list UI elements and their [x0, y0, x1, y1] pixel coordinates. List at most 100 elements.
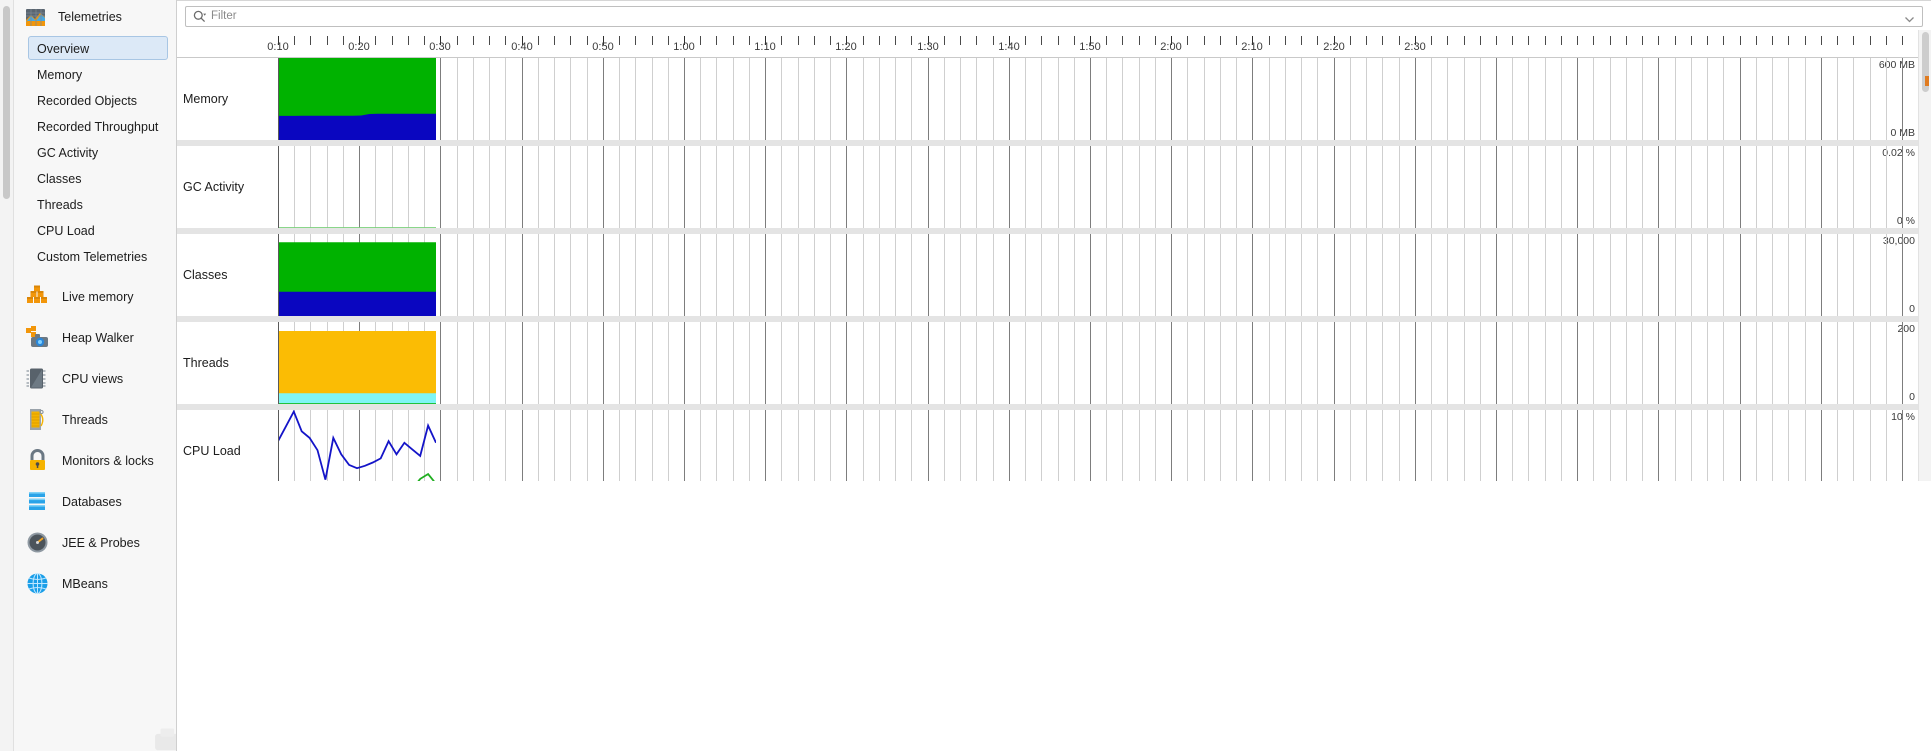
grid-line-minor [619, 58, 620, 140]
grid-line-minor [1106, 58, 1107, 140]
sidebar-item-mbeans[interactable]: MBeans [14, 563, 176, 604]
graph-pane[interactable]: 0:10 0:20 0:30 0:40 0:50 1:00 1:10 1:20 1:30 1:40… [177, 30, 1931, 751]
grid-line-major [1171, 146, 1172, 228]
grid-line-minor [1675, 410, 1676, 492]
grid-line-minor [1528, 146, 1529, 228]
grid-line-minor [1610, 234, 1611, 316]
axis-minor-tick [1187, 36, 1188, 45]
grid-line-major [765, 410, 766, 492]
sidebar-group-telemetries[interactable]: Telemetries [14, 0, 176, 34]
grid-line-major [1658, 58, 1659, 140]
axis-minor-tick [960, 36, 961, 45]
sidebar-item-live-memory[interactable]: Live memory [14, 276, 176, 317]
grid-line-minor [1122, 58, 1123, 140]
grid-line-minor [1431, 322, 1432, 404]
grid-line-minor [1853, 234, 1854, 316]
chart-plot-area[interactable] [279, 58, 1923, 140]
chart-plot-area[interactable] [279, 410, 1923, 492]
grid-line-minor [1756, 322, 1757, 404]
axis-minor-tick [1788, 36, 1789, 45]
grid-line-minor [1610, 410, 1611, 492]
search-icon[interactable] [193, 10, 207, 23]
sidebar-item-heap-walker[interactable]: Heap Walker [14, 317, 176, 358]
grid-line-minor [1399, 234, 1400, 316]
grid-line-minor [798, 146, 799, 228]
grid-line-minor [1723, 410, 1724, 492]
grid-line-major [1252, 410, 1253, 492]
grid-line-major [440, 322, 441, 404]
grid-line-minor [1220, 322, 1221, 404]
grid-line-minor [1528, 234, 1529, 316]
grid-line-minor [1058, 146, 1059, 228]
sidebar-item-overview[interactable]: Overview [28, 36, 168, 60]
grid-line-minor [911, 234, 912, 316]
grid-line-minor [505, 322, 506, 404]
chart-row-cpu-load[interactable]: CPU Load10 %0 % [177, 410, 1923, 492]
sidebar-item-recorded-objects[interactable]: Recorded Objects [28, 88, 168, 112]
chevron-down-icon[interactable] [1904, 12, 1915, 23]
sidebar-item-custom-telemetries[interactable]: Custom Telemetries [28, 244, 168, 268]
sidebar-item-threads[interactable]: Threads [28, 192, 168, 216]
axis-minor-tick [1447, 36, 1448, 45]
grid-line-minor [1366, 234, 1367, 316]
axis-minor-tick [1707, 36, 1708, 45]
grid-line-minor [489, 58, 490, 140]
grid-line-major [1334, 322, 1335, 404]
chart-row-threads[interactable]: Threads 200 0 [177, 322, 1923, 404]
grid-line-minor [1041, 322, 1042, 404]
grid-line-minor [879, 146, 880, 228]
chart-plot-area[interactable] [279, 234, 1923, 316]
chart-plot-area[interactable] [279, 146, 1923, 228]
grid-line-minor [1870, 322, 1871, 404]
grid-line-minor [1025, 234, 1026, 316]
outer-scroll-gutter[interactable] [0, 0, 14, 751]
search-input[interactable]: Filter [185, 6, 1923, 27]
database-icon [25, 489, 50, 514]
sidebar-item-threads[interactable]: Threads [14, 399, 176, 440]
grid-line-minor [863, 322, 864, 404]
sidebar-item-cpu-load[interactable]: CPU Load [28, 218, 168, 242]
grid-line-minor [1399, 322, 1400, 404]
sidebar-item-memory[interactable]: Memory [28, 62, 168, 86]
axis-minor-tick [1220, 36, 1221, 45]
grid-line-minor [830, 146, 831, 228]
grid-line-minor [911, 146, 912, 228]
sidebar-item-databases[interactable]: Databases [14, 481, 176, 522]
chart-plot-area[interactable] [279, 322, 1923, 404]
grid-line-major [1902, 146, 1903, 228]
grid-line-minor [473, 234, 474, 316]
chart-row-memory[interactable]: Memory 600 MB 0 MB [177, 58, 1923, 140]
grid-line-minor [863, 146, 864, 228]
sidebar-item-classes[interactable]: Classes [28, 166, 168, 190]
chart-row-classes[interactable]: Classes 30,000 0 [177, 234, 1923, 316]
axis-tick-label: 1:30 [917, 41, 939, 53]
axis-tick-label: 2:10 [1241, 41, 1263, 53]
grid-line-minor [1187, 322, 1188, 404]
sidebar-item-monitors-locks[interactable]: Monitors & locks [14, 440, 176, 481]
grid-line-minor [960, 234, 961, 316]
grid-line-major [440, 58, 441, 140]
grid-line-minor [1366, 322, 1367, 404]
grid-line-major [846, 322, 847, 404]
outer-scroll-thumb[interactable] [3, 6, 10, 199]
grid-line-minor [1106, 410, 1107, 492]
grid-line-major [440, 410, 441, 492]
sidebar-item-gc-activity[interactable]: GC Activity [28, 140, 168, 164]
grid-line-minor [1870, 234, 1871, 316]
grid-line-minor [1431, 410, 1432, 492]
grid-line-minor [1155, 322, 1156, 404]
grid-line-minor [652, 146, 653, 228]
grid-line-major [1496, 410, 1497, 492]
grid-line-major [603, 234, 604, 316]
grid-line-minor [1269, 322, 1270, 404]
axis-minor-tick [343, 36, 344, 45]
grid-line-major [1658, 234, 1659, 316]
sidebar-item-cpu-views[interactable]: CPU views [14, 358, 176, 399]
sidebar-item-recorded-throughput[interactable]: Recorded Throughput [28, 114, 168, 138]
grid-line-minor [635, 234, 636, 316]
chart-row-gc-activity[interactable]: GC Activity 0.02 % 0 % [177, 146, 1923, 228]
grid-line-minor [538, 58, 539, 140]
grid-line-minor [538, 322, 539, 404]
sidebar-item-jee-probes[interactable]: JEE & Probes [14, 522, 176, 563]
grid-line-minor [1772, 146, 1773, 228]
